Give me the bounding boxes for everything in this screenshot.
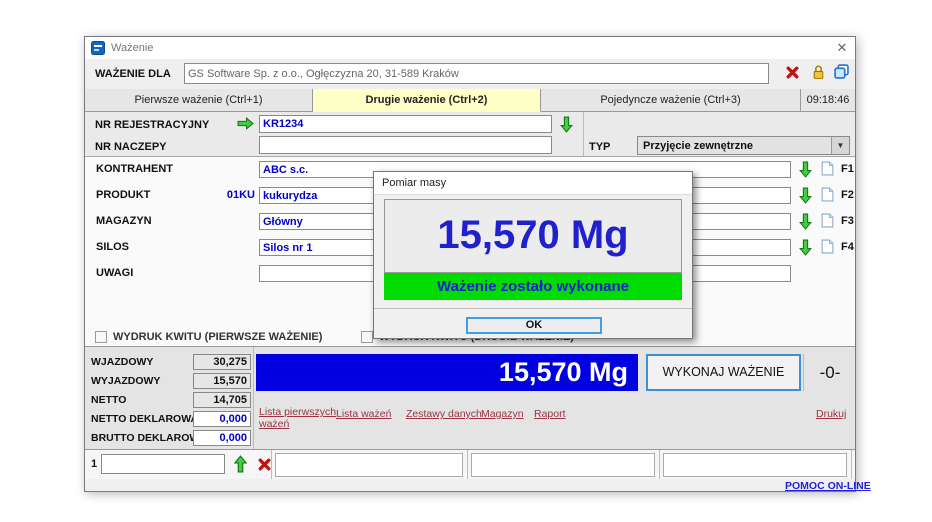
uwagi-label: UWAGI xyxy=(96,267,133,279)
netto-deklarowane-input[interactable]: 0,000 xyxy=(193,411,251,427)
wyjazdowy-value: 15,570 xyxy=(193,373,251,389)
link-report[interactable]: Raport xyxy=(534,408,566,420)
tab-second-weighing[interactable]: Drugie ważenie (Ctrl+2) xyxy=(313,89,541,112)
document-icon[interactable] xyxy=(821,239,834,254)
link-data-sets[interactable]: Zestawy danych xyxy=(406,408,482,420)
link-weighings-list[interactable]: Lista ważeń xyxy=(336,408,391,420)
delete-row-icon[interactable] xyxy=(257,457,272,472)
bottom-grid: 1 xyxy=(85,449,855,479)
close-icon[interactable]: ✕ xyxy=(829,37,855,59)
link-warehouse[interactable]: Magazyn xyxy=(481,408,524,420)
print-first-checkbox[interactable] xyxy=(95,331,107,343)
print-second-checkbox[interactable] xyxy=(361,331,373,343)
document-icon[interactable] xyxy=(821,213,834,228)
zero-scale-button[interactable]: -0- xyxy=(803,354,856,391)
clock-display: 09:18:46 xyxy=(801,89,855,112)
arrow-down-icon[interactable] xyxy=(799,239,812,256)
fkey-label: F1 xyxy=(841,163,854,175)
desktop: Ważenie ✕ WAŻENIE DLA Pierwsze ważenie (… xyxy=(0,0,932,522)
window-titlebar: Ważenie ✕ xyxy=(85,37,855,60)
weighing-for-label: WAŻENIE DLA xyxy=(95,68,171,80)
delete-icon[interactable] xyxy=(785,65,800,80)
arrow-down-icon[interactable] xyxy=(799,213,812,230)
tab-first-weighing[interactable]: Pierwsze ważenie (Ctrl+1) xyxy=(85,89,313,112)
status-bar: POMOC ON-LINE xyxy=(85,479,855,492)
grid-cell[interactable] xyxy=(663,453,847,477)
weighing-for-input[interactable] xyxy=(184,63,769,84)
brutto-deklarowane-input[interactable]: 0,000 xyxy=(193,430,251,446)
window-title: Ważenie xyxy=(111,42,153,54)
arrow-down-icon[interactable] xyxy=(560,116,573,133)
wyjazdowy-label: WYJAZDOWY xyxy=(91,375,160,387)
weighing-window: Ważenie ✕ WAŻENIE DLA Pierwsze ważenie (… xyxy=(84,36,856,492)
fkey-label: F3 xyxy=(841,215,854,227)
tab-single-weighing[interactable]: Pojedyncze ważenie (Ctrl+3) xyxy=(541,89,801,112)
grid-cell[interactable] xyxy=(275,453,463,477)
silos-label: SILOS xyxy=(96,241,129,253)
type-select[interactable]: Przyjęcie zewnętrzne ▼ xyxy=(637,136,850,155)
copy-window-icon[interactable] xyxy=(834,64,849,79)
document-icon[interactable] xyxy=(821,187,834,202)
weighing-tabs: Pierwsze ważenie (Ctrl+1) Drugie ważenie… xyxy=(85,89,855,112)
mass-display: 15,570 Mg xyxy=(256,354,638,391)
panel-divider xyxy=(583,112,584,156)
weighing-done-status: Ważenie zostało wykonane xyxy=(384,273,682,300)
lock-icon[interactable] xyxy=(811,64,826,80)
grid-divider xyxy=(467,450,468,479)
dialog-title: Pomiar masy xyxy=(382,177,446,189)
summary-divider xyxy=(253,347,254,449)
row-input[interactable] xyxy=(101,454,225,474)
fkey-label: F2 xyxy=(841,189,854,201)
perform-weighing-button[interactable]: WYKONAJ WAŻENIE xyxy=(646,354,801,391)
document-icon[interactable] xyxy=(821,161,834,176)
trailer-input[interactable] xyxy=(259,136,552,154)
magazyn-label: MAGAZYN xyxy=(96,215,152,227)
produkt-code: 01KU xyxy=(203,189,255,201)
link-print[interactable]: Drukuj xyxy=(816,408,846,420)
chevron-down-icon: ▼ xyxy=(831,137,849,154)
grid-divider xyxy=(851,450,852,479)
weights-summary-panel: WJAZDOWY 30,275 WYJAZDOWY 15,570 NETTO 1… xyxy=(85,346,855,449)
registration-input[interactable] xyxy=(259,115,552,133)
kontrahent-label: KONTRAHENT xyxy=(96,163,173,175)
wjazdowy-value: 30,275 xyxy=(193,354,251,370)
app-icon xyxy=(91,41,105,55)
fkey-label: F4 xyxy=(841,241,854,253)
netto-label: NETTO xyxy=(91,394,126,406)
link-first-weighings-list[interactable]: Lista pierwszych ważeń xyxy=(259,406,337,430)
type-select-value: Przyjęcie zewnętrzne xyxy=(643,140,753,152)
dialog-titlebar: Pomiar masy xyxy=(374,172,692,195)
mass-measurement-dialog: Pomiar masy 15,570 Mg Ważenie zostało wy… xyxy=(373,171,693,339)
registration-label: NR REJESTRACYJNY xyxy=(95,119,209,131)
dialog-separator xyxy=(374,308,692,309)
grid-cell[interactable] xyxy=(471,453,655,477)
trailer-label: NR NACZEPY xyxy=(95,141,167,153)
type-label: TYP xyxy=(589,141,610,153)
wjazdowy-label: WJAZDOWY xyxy=(91,356,153,368)
ok-button[interactable]: OK xyxy=(466,317,602,334)
arrow-up-icon[interactable] xyxy=(233,455,248,473)
produkt-label: PRODUKT xyxy=(96,189,150,201)
online-help-link[interactable]: POMOC ON-LINE xyxy=(785,480,871,492)
row-index: 1 xyxy=(91,458,97,470)
arrow-down-icon[interactable] xyxy=(799,161,812,178)
print-first-checkbox-label: WYDRUK KWITU (PIERWSZE WAŻENIE) xyxy=(113,331,322,343)
grid-divider xyxy=(659,450,660,479)
netto-value: 14,705 xyxy=(193,392,251,408)
arrow-down-icon[interactable] xyxy=(799,187,812,204)
arrow-right-icon xyxy=(237,117,254,130)
dialog-mass-display: 15,570 Mg xyxy=(384,199,682,273)
